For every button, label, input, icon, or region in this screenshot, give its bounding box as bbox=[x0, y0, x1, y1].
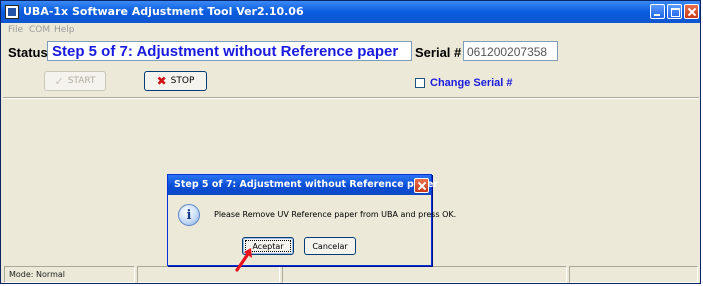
mode-text: Mode: Normal bbox=[9, 270, 65, 279]
menu-bar: File COM Help bbox=[1, 24, 700, 38]
annotation-arrow-icon bbox=[235, 248, 252, 272]
app-icon[interactable] bbox=[5, 5, 19, 19]
serial-label: Serial # bbox=[415, 45, 462, 60]
window-title: UBA-1x Software Adjustment Tool Ver2.10.… bbox=[23, 5, 304, 18]
info-icon: i bbox=[178, 204, 200, 226]
status-bar-cell bbox=[569, 266, 698, 283]
stop-button[interactable]: ✖ STOP bbox=[144, 71, 207, 91]
start-button[interactable]: ✓ START bbox=[44, 71, 106, 91]
cancel-button[interactable]: Cancelar bbox=[304, 237, 356, 255]
status-label: Status bbox=[8, 45, 48, 60]
menu-file[interactable]: File bbox=[8, 25, 23, 35]
status-field: Step 5 of 7: Adjustment without Referenc… bbox=[47, 41, 412, 61]
close-button[interactable] bbox=[684, 4, 699, 19]
serial-field[interactable]: 061200207358 bbox=[463, 41, 558, 61]
red-x-icon: ✖ bbox=[156, 74, 167, 88]
change-serial-label[interactable]: Change Serial # bbox=[430, 77, 513, 89]
menu-help[interactable]: Help bbox=[54, 25, 75, 35]
divider bbox=[3, 97, 699, 99]
stop-button-label: STOP bbox=[170, 76, 195, 86]
status-bar-cell-mode: Mode: Normal bbox=[4, 266, 135, 283]
status-bar-cell bbox=[137, 266, 280, 283]
checkmark-icon: ✓ bbox=[54, 74, 64, 88]
maximize-button[interactable] bbox=[667, 4, 682, 19]
menu-com[interactable]: COM bbox=[29, 25, 50, 35]
dialog-title-bar[interactable]: Step 5 of 7: Adjustment without Referenc… bbox=[168, 175, 438, 195]
change-serial-checkbox[interactable] bbox=[415, 78, 425, 88]
dialog-close-button[interactable] bbox=[414, 178, 429, 193]
message-dialog: Step 5 of 7: Adjustment without Referenc… bbox=[167, 174, 456, 266]
dialog-message: Please Remove UV Reference paper from UB… bbox=[214, 210, 457, 219]
start-button-label: START bbox=[67, 76, 96, 86]
dialog-title: Step 5 of 7: Adjustment without Referenc… bbox=[174, 179, 439, 190]
status-bar: Mode: Normal bbox=[1, 266, 700, 284]
status-bar-cell bbox=[282, 266, 567, 283]
minimize-button[interactable] bbox=[650, 4, 665, 19]
title-bar[interactable]: UBA-1x Software Adjustment Tool Ver2.10.… bbox=[1, 1, 700, 23]
